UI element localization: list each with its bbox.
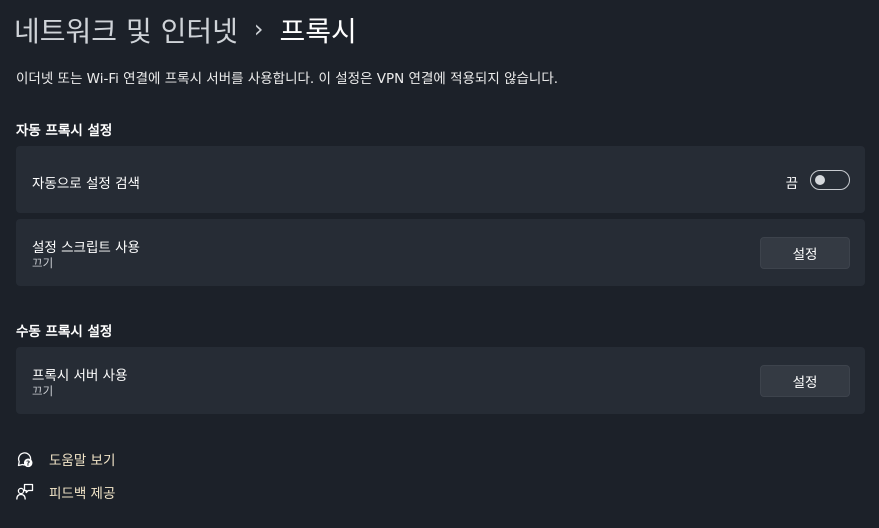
setup-script-card: 설정 스크립트 사용 끄기 설정 [16,219,865,286]
breadcrumb-separator: › [253,15,264,43]
manual-proxy-section-title: 수동 프록시 설정 [16,324,113,340]
help-link-label[interactable]: 도움말 보기 [49,449,115,469]
auto-proxy-section-title: 자동 프록시 설정 [16,123,113,139]
setup-script-label: 설정 스크립트 사용 [32,240,140,256]
breadcrumb-parent[interactable]: 네트워크 및 인터넷 [14,10,238,50]
help-chat-icon: ? [16,450,34,468]
setup-script-status: 끄기 [32,256,54,270]
toggle-state-label: 끔 [785,176,798,192]
setup-script-settings-button[interactable]: 설정 [760,237,850,269]
feedback-link-label[interactable]: 피드백 제공 [49,482,115,502]
feedback-icon [16,483,34,501]
page-description: 이더넷 또는 Wi-Fi 연결에 프록시 서버를 사용합니다. 이 설정은 VP… [16,71,559,87]
toggle-knob [815,175,825,185]
auto-detect-settings-card: 자동으로 설정 검색 끔 [16,146,865,213]
help-link[interactable]: ? 도움말 보기 [16,449,115,469]
auto-detect-toggle[interactable] [810,170,850,190]
proxy-server-status: 끄기 [32,384,54,398]
breadcrumb: 네트워크 및 인터넷 › 프록시 [14,8,357,52]
proxy-server-label: 프록시 서버 사용 [32,368,128,384]
feedback-link[interactable]: 피드백 제공 [16,482,115,502]
auto-detect-label: 자동으로 설정 검색 [32,176,140,192]
svg-text:?: ? [26,459,30,467]
proxy-server-settings-button[interactable]: 설정 [760,365,850,397]
proxy-server-card: 프록시 서버 사용 끄기 설정 [16,347,865,414]
page-title: 프록시 [279,15,357,48]
